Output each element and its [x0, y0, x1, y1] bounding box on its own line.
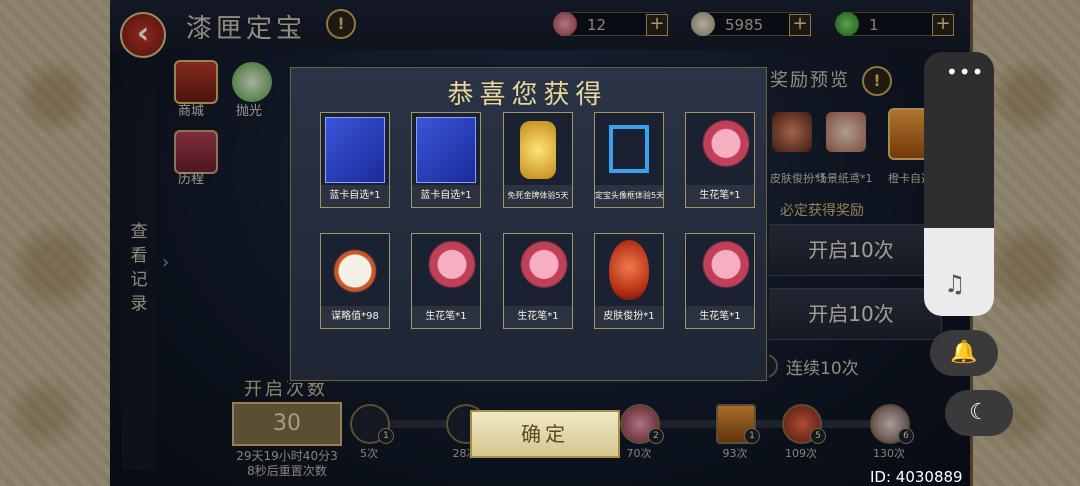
reward-card-label: 皮肤俊扮*1 — [595, 306, 663, 328]
reward-card-4[interactable]: 定宝头像框体验5天 — [594, 112, 664, 208]
reward-card-10[interactable]: 生花笔*1 — [685, 233, 755, 329]
reward-card-5[interactable]: 生花笔*1 — [685, 112, 755, 208]
reward-card-7[interactable]: 生花笔*1 — [411, 233, 481, 329]
reward-card-8[interactable]: 生花笔*1 — [503, 233, 573, 329]
flower-brush-icon — [508, 238, 568, 304]
flower-brush-icon — [690, 238, 750, 304]
reward-card-label: 免死金牌体验5天 — [504, 185, 572, 207]
feather-token-icon — [325, 238, 385, 304]
moon-icon[interactable]: ☾ — [945, 390, 1013, 436]
music-note-icon: ♫ — [944, 270, 966, 298]
reward-card-2[interactable]: 蓝卡自选*1 — [411, 112, 481, 208]
reward-card-label: 生花笔*1 — [686, 306, 754, 328]
flower-brush-icon — [690, 117, 750, 183]
reward-card-label: 蓝卡自选*1 — [321, 185, 389, 207]
avatar-frame-icon — [609, 125, 649, 173]
blue-card-icon — [325, 117, 385, 183]
more-options-icon[interactable]: ••• — [946, 60, 984, 84]
gold-plaque-icon — [520, 121, 556, 179]
reward-card-9[interactable]: 皮肤俊扮*1 — [594, 233, 664, 329]
reward-card-6[interactable]: 谋略值*98 — [320, 233, 390, 329]
reward-card-label: 生花笔*1 — [686, 185, 754, 207]
flower-brush-icon — [416, 238, 476, 304]
modal-title: 恭喜您获得 — [447, 80, 608, 110]
reward-card-3[interactable]: 免死金牌体验5天 — [503, 112, 573, 208]
opera-mask-icon — [609, 240, 649, 300]
player-id-label: ID: 4030889 — [870, 468, 963, 486]
reward-card-label: 定宝头像框体验5天 — [595, 185, 663, 207]
reward-card-label: 蓝卡自选*1 — [412, 185, 480, 207]
reward-card-label: 生花笔*1 — [504, 306, 572, 328]
confirm-button[interactable]: 确定 — [470, 410, 620, 458]
blue-card-icon — [416, 117, 476, 183]
bell-icon[interactable]: 🔔 — [930, 330, 998, 376]
reward-card-label: 生花笔*1 — [412, 306, 480, 328]
reward-card-1[interactable]: 蓝卡自选*1 — [320, 112, 390, 208]
reward-card-label: 谋略值*98 — [321, 306, 389, 328]
